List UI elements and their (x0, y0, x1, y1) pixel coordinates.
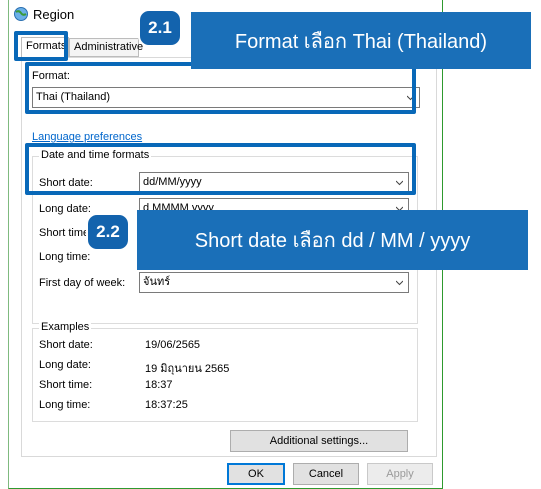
long-time-label: Long time: (39, 251, 91, 263)
step-2-2-text: Short date เลือก dd / MM / yyyy (194, 230, 471, 252)
language-preferences-link[interactable]: Language preferences (32, 131, 142, 143)
example-short-date-label: Short date: (39, 339, 93, 351)
example-short-time-value: 18:37 (145, 379, 173, 391)
chevron-down-icon (396, 280, 403, 286)
short-time-label: Short time: (39, 227, 93, 239)
step-2-2-callout: Short date เลือก dd / MM / yyyy (137, 210, 528, 270)
step-2-2-number: 2.2 (96, 222, 120, 241)
example-long-date-value: 19 มิถุนายน 2565 (145, 363, 230, 375)
additional-settings-button[interactable]: Additional settings... (230, 430, 408, 452)
example-long-time-value: 18:37:25 (145, 399, 188, 411)
tab-administrative[interactable]: Administrative (69, 38, 143, 57)
example-short-date-value: 19/06/2565 (145, 339, 201, 351)
first-day-select[interactable]: จันทร์ (139, 272, 409, 293)
example-long-time-label: Long time: (39, 399, 91, 411)
example-short-time-label: Short time: (39, 379, 93, 391)
example-long-date-label: Long date: (39, 359, 91, 371)
examples-group: Examples Short date: 19/06/2565 Long dat… (32, 321, 418, 422)
first-day-label: First day of week: (39, 277, 126, 289)
globe-icon (14, 7, 28, 21)
ok-button[interactable]: OK (227, 463, 285, 485)
step-2-1-number: 2.1 (148, 18, 172, 37)
window-title: Region (33, 7, 75, 22)
first-day-value: จันทร์ (143, 276, 171, 288)
step-2-1-callout: Format เลือก Thai (Thailand) (191, 12, 531, 69)
apply-button[interactable]: Apply (367, 463, 433, 485)
long-date-label: Long date: (39, 203, 91, 215)
step-2-1-badge: 2.1 (138, 9, 182, 47)
formats-tab-highlight (14, 31, 68, 61)
examples-group-title: Examples (39, 321, 92, 333)
step-2-1-text: Format เลือก Thai (Thailand) (234, 30, 488, 53)
cancel-button[interactable]: Cancel (293, 463, 359, 485)
short-date-highlight (25, 143, 416, 195)
step-2-2-badge: 2.2 (86, 213, 130, 251)
format-highlight (25, 62, 416, 114)
